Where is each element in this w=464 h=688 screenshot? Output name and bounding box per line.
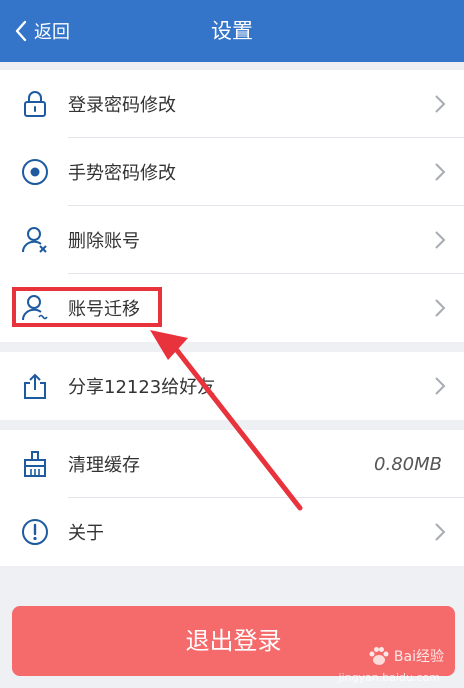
row-label: 分享12123给好友 [68, 377, 216, 398]
logout-button[interactable]: 退出登录 [12, 606, 455, 676]
gesture-icon [20, 157, 50, 187]
clear-cache-row[interactable]: 清理缓存 0.80MB [0, 430, 464, 498]
settings-group-app: 清理缓存 0.80MB 关于 [0, 430, 464, 566]
settings-group-share: 分享12123给好友 [0, 352, 464, 420]
change-login-password-row[interactable]: 登录密码修改 [0, 70, 464, 138]
back-label: 返回 [34, 22, 70, 43]
cache-size-value: 0.80MB [374, 453, 442, 475]
chevron-right-icon [435, 231, 446, 249]
change-gesture-password-row[interactable]: 手势密码修改 [0, 138, 464, 206]
row-label: 登录密码修改 [68, 95, 176, 116]
row-label: 清理缓存 [68, 455, 140, 476]
back-button[interactable]: 返回 [14, 0, 70, 62]
chevron-right-icon [435, 299, 446, 317]
broom-icon [20, 449, 50, 479]
lock-icon [20, 89, 50, 119]
migrate-account-row[interactable]: 账号迁移 [0, 274, 464, 342]
row-label: 手势密码修改 [68, 163, 176, 184]
chevron-right-icon [435, 377, 446, 395]
about-row[interactable]: 关于 [0, 498, 464, 566]
migrate-account-icon [20, 293, 50, 323]
chevron-right-icon [435, 523, 446, 541]
share-icon [20, 371, 50, 401]
info-icon [20, 517, 50, 547]
row-label: 关于 [68, 523, 104, 544]
share-app-row[interactable]: 分享12123给好友 [0, 352, 464, 420]
chevron-left-icon [15, 20, 27, 42]
row-label: 账号迁移 [68, 299, 140, 320]
chevron-right-icon [435, 163, 446, 181]
chevron-right-icon [435, 95, 446, 113]
settings-group-security: 登录密码修改 手势密码修改 删除账号 账号迁移 [0, 70, 464, 342]
nav-bar: 返回 设置 [0, 0, 464, 62]
watermark-url: jingyan.baidu.com [338, 671, 440, 684]
delete-account-icon [20, 225, 50, 255]
delete-account-row[interactable]: 删除账号 [0, 206, 464, 274]
row-label: 删除账号 [68, 231, 140, 252]
